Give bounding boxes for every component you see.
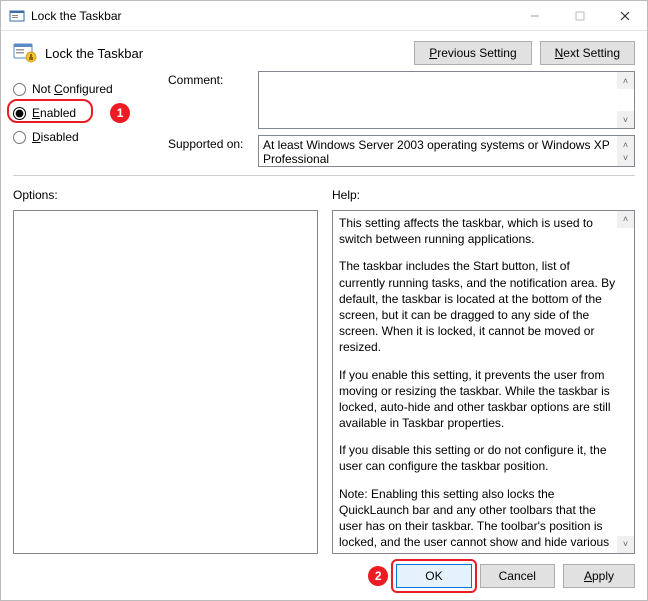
window-controls bbox=[512, 1, 647, 30]
dialog-window: Lock the Taskbar Lock the Taskbar Previo bbox=[0, 0, 648, 601]
previous-setting-button[interactable]: Previous Setting bbox=[414, 41, 531, 65]
scroll-down-icon[interactable]: ˅ bbox=[617, 111, 634, 128]
scroll-down-icon[interactable]: ˅ bbox=[617, 536, 634, 553]
not-configured-label[interactable]: Not Configured bbox=[32, 82, 113, 96]
window-title: Lock the Taskbar bbox=[31, 9, 512, 23]
not-configured-radio[interactable] bbox=[13, 83, 26, 96]
annotation-step-1: 1 bbox=[110, 103, 130, 123]
scroll-down-icon[interactable]: ˅ bbox=[617, 149, 634, 166]
state-radio-group: Not Configured Enabled 1 Disabled bbox=[13, 71, 168, 167]
dialog-footer: 2 OK Cancel Apply bbox=[1, 554, 647, 600]
enabled-radio[interactable] bbox=[13, 107, 26, 120]
group-policy-icon bbox=[13, 42, 37, 64]
options-label: Options: bbox=[13, 184, 318, 210]
divider bbox=[13, 175, 635, 176]
header-row: Lock the Taskbar Previous Setting Next S… bbox=[1, 31, 647, 71]
annotation-step-2: 2 bbox=[368, 566, 388, 586]
comment-label: Comment: bbox=[168, 71, 250, 87]
supported-on-label: Supported on: bbox=[168, 135, 250, 151]
help-text: ˄ ˅ This setting affects the taskbar, wh… bbox=[332, 210, 635, 554]
next-setting-button[interactable]: Next Setting bbox=[540, 41, 635, 65]
policy-icon bbox=[9, 8, 25, 24]
scroll-up-icon[interactable]: ˄ bbox=[617, 211, 634, 228]
enabled-label[interactable]: Enabled bbox=[32, 106, 76, 120]
disabled-label[interactable]: Disabled bbox=[32, 130, 79, 144]
cancel-button[interactable]: Cancel bbox=[480, 564, 555, 588]
options-box bbox=[13, 210, 318, 554]
policy-title: Lock the Taskbar bbox=[45, 46, 143, 61]
disabled-radio[interactable] bbox=[13, 131, 26, 144]
scroll-up-icon[interactable]: ˄ bbox=[617, 72, 634, 89]
titlebar: Lock the Taskbar bbox=[1, 1, 647, 31]
supported-on-value: At least Windows Server 2003 operating s… bbox=[258, 135, 635, 167]
help-label: Help: bbox=[332, 184, 635, 210]
maximize-button[interactable] bbox=[557, 1, 602, 30]
ok-button[interactable]: OK bbox=[396, 564, 471, 588]
comment-textarea[interactable]: ˄ ˅ bbox=[258, 71, 635, 129]
close-button[interactable] bbox=[602, 1, 647, 30]
apply-button[interactable]: Apply bbox=[563, 564, 635, 588]
minimize-button[interactable] bbox=[512, 1, 557, 30]
